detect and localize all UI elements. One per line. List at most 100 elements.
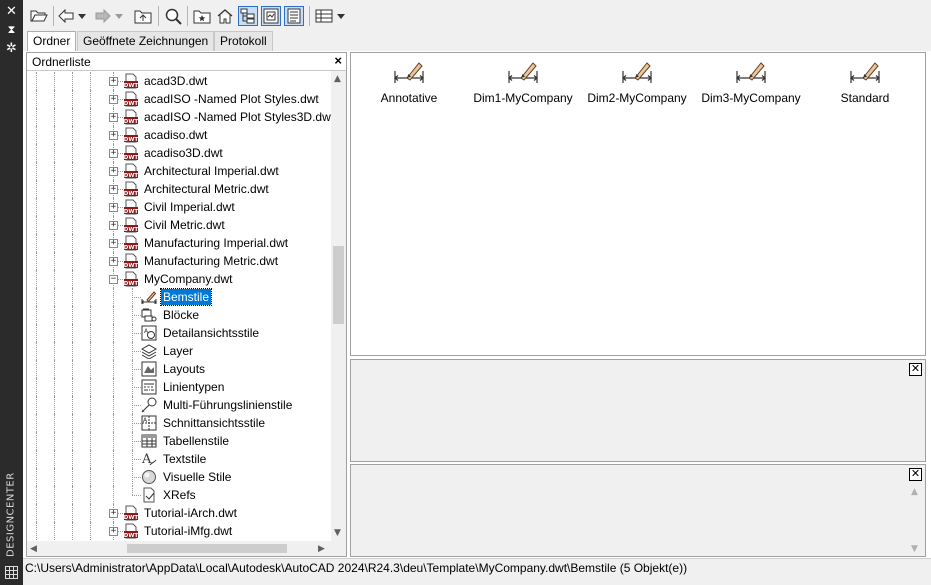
expand-icon[interactable]: + <box>109 257 118 266</box>
scroll-down-icon[interactable]: ▼ <box>334 528 341 538</box>
folder-list-panel: Ordnerliste × + DWT acad3D.dwt + DWT acadISO … <box>26 52 347 557</box>
load-button[interactable] <box>29 6 49 26</box>
close-icon[interactable]: × <box>334 54 342 68</box>
tree-horizontal-scrollbar[interactable]: ◀ ▶ <box>27 541 331 556</box>
scroll-left-icon[interactable]: ◀ <box>30 544 37 554</box>
svg-text:A: A <box>143 417 148 424</box>
forward-button[interactable] <box>94 6 112 26</box>
tree-item-label: Tabellenstile <box>163 434 230 448</box>
tree-item-file[interactable]: + DWT Tutorial-iMfg.dwt <box>27 522 331 540</box>
tree-item-file[interactable]: + DWT Civil Metric.dwt <box>27 216 331 234</box>
svg-text:DWT: DWT <box>124 515 139 521</box>
tree-item-file[interactable]: + DWT Architectural Metric.dwt <box>27 180 331 198</box>
folder-list-header: Ordnerliste × <box>27 53 346 71</box>
expand-icon[interactable]: + <box>109 131 118 140</box>
scroll-thumb[interactable] <box>127 544 287 553</box>
description-toggle[interactable] <box>284 6 304 26</box>
tree-item-category[interactable]: Layer <box>27 342 331 360</box>
tree-item-category[interactable]: A Textstile <box>27 450 331 468</box>
palette-properties-icon[interactable]: ✲ <box>0 40 23 56</box>
tree-item-label: Civil Metric.dwt <box>144 218 225 232</box>
dimstyle-item[interactable]: Dim2-MyCompany <box>582 59 692 109</box>
tree-item-file[interactable]: + DWT acadiso.dwt <box>27 126 331 144</box>
tab-geoeffnete-zeichnungen[interactable]: Geöffnete Zeichnungen <box>77 31 215 51</box>
tab-protokoll[interactable]: Protokoll <box>214 31 273 51</box>
up-button[interactable] <box>133 6 153 26</box>
dimstyle-icon <box>849 59 881 85</box>
tree-item-category[interactable]: A Schnittansichtsstile <box>27 414 331 432</box>
preview-toggle[interactable] <box>261 6 281 26</box>
tree-item-file[interactable]: − DWT MyCompany.dwt <box>27 270 331 288</box>
scroll-thumb[interactable] <box>333 246 344 324</box>
dimstyle-item[interactable]: Dim3-MyCompany <box>696 59 806 109</box>
tree-item-file[interactable]: + DWT acadISO -Named Plot Styles.dwt <box>27 90 331 108</box>
svg-text:A: A <box>144 328 149 335</box>
scroll-up-icon[interactable]: ▲ <box>334 74 341 84</box>
palette-close-icon[interactable]: ✕ <box>0 3 23 19</box>
tree-item-file[interactable]: + DWT Architectural Imperial.dwt <box>27 162 331 180</box>
tree-item-label: Manufacturing Metric.dwt <box>144 254 279 268</box>
close-icon[interactable]: ✕ <box>909 468 922 481</box>
expand-icon[interactable]: + <box>109 509 118 518</box>
expand-icon[interactable]: + <box>109 239 118 248</box>
close-icon[interactable]: ✕ <box>909 363 922 376</box>
search-button[interactable] <box>163 6 183 26</box>
tree-item-category[interactable]: A Detailansichtsstile <box>27 324 331 342</box>
dwt-file-icon: DWT <box>123 523 139 539</box>
palette-autohide-icon[interactable]: ⧗ <box>0 22 23 38</box>
expand-icon[interactable]: + <box>109 95 118 104</box>
tree-item-category[interactable]: Bemstile <box>27 288 331 306</box>
palette-menu-icon[interactable] <box>0 564 23 580</box>
tree-item-category[interactable]: XRefs <box>27 486 331 504</box>
dimstyle-item[interactable]: Annotative <box>354 59 464 109</box>
dwt-file-icon: DWT <box>123 91 139 107</box>
dimstyle-icon <box>735 59 767 85</box>
tree-item-label: Manufacturing Imperial.dwt <box>144 236 289 250</box>
expand-icon[interactable]: + <box>109 203 118 212</box>
scroll-down-icon[interactable]: ▼ <box>911 544 918 554</box>
tree-item-label: Layouts <box>163 362 206 376</box>
svg-text:DWT: DWT <box>124 101 139 107</box>
forward-dropdown[interactable] <box>113 6 125 26</box>
expand-icon[interactable]: + <box>109 149 118 158</box>
tree-item-file[interactable]: + DWT Tutorial-iArch.dwt <box>27 504 331 522</box>
back-dropdown[interactable] <box>76 6 88 26</box>
dimstyle-item[interactable]: Dim1-MyCompany <box>468 59 578 109</box>
tab-ordner[interactable]: Ordner <box>27 31 77 51</box>
tree-item-category[interactable]: Linientypen <box>27 378 331 396</box>
tree-item-file[interactable]: + DWT Manufacturing Metric.dwt <box>27 252 331 270</box>
tree-vertical-scrollbar[interactable]: ▲ ▼ <box>331 71 346 541</box>
expand-icon[interactable]: + <box>109 167 118 176</box>
expand-icon[interactable]: + <box>109 77 118 86</box>
tree-item-file[interactable]: + DWT acad3D.dwt <box>27 72 331 90</box>
svg-text:DWT: DWT <box>124 137 139 143</box>
expand-icon[interactable]: + <box>109 113 118 122</box>
expand-icon[interactable]: + <box>109 221 118 230</box>
views-button[interactable] <box>314 6 334 26</box>
home-button[interactable] <box>215 6 235 26</box>
back-button[interactable] <box>57 6 75 26</box>
expand-icon[interactable]: + <box>109 527 118 536</box>
tree-item-category[interactable]: Tabellenstile <box>27 432 331 450</box>
scroll-right-icon[interactable]: ▶ <box>318 544 325 554</box>
tree-item-file[interactable]: + DWT acadISO -Named Plot Styles3D.dwt <box>27 108 331 126</box>
views-dropdown[interactable] <box>335 6 347 26</box>
dimstyle-item[interactable]: Standard <box>810 59 920 109</box>
tree-item-file[interactable]: + DWT acadiso3D.dwt <box>27 144 331 162</box>
dwt-file-icon: DWT <box>123 505 139 521</box>
tree-item-category[interactable]: Layouts <box>27 360 331 378</box>
dwt-file-icon: DWT <box>123 271 139 287</box>
tree-view-toggle[interactable] <box>238 6 258 26</box>
tree-item-category[interactable]: Multi-Führungslinienstile <box>27 396 331 414</box>
scroll-up-icon[interactable]: ▲ <box>911 487 918 497</box>
favorites-button[interactable] <box>192 6 212 26</box>
tree-item-label: Layer <box>163 344 194 358</box>
collapse-icon[interactable]: − <box>109 275 118 284</box>
preview-pane: ✕ <box>350 359 926 462</box>
tree-item-file[interactable]: + DWT Civil Imperial.dwt <box>27 198 331 216</box>
tree-item-category[interactable]: Blöcke <box>27 306 331 324</box>
tree-item-file[interactable]: + DWT Manufacturing Imperial.dwt <box>27 234 331 252</box>
dwt-file-icon: DWT <box>123 73 139 89</box>
expand-icon[interactable]: + <box>109 185 118 194</box>
tree-item-category[interactable]: Visuelle Stile <box>27 468 331 486</box>
